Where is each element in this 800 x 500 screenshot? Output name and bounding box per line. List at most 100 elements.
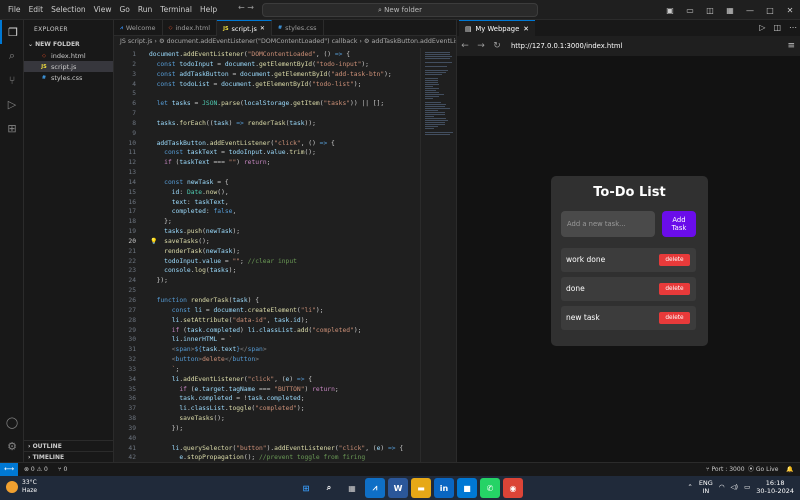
task-view-icon[interactable]: ▦	[342, 478, 362, 498]
file-explorer-icon[interactable]: ▬	[411, 478, 431, 498]
folder-new-folder[interactable]: ⌄ NEW FOLDER	[24, 39, 113, 50]
explorer-icon[interactable]: ❐	[0, 20, 24, 44]
split-icon[interactable]: ◫	[700, 6, 720, 15]
hamburger-menu-icon[interactable]: ≡	[787, 41, 795, 51]
tab-welcome[interactable]: ⩘ Welcome	[114, 20, 163, 36]
tab-my-webpage[interactable]: ▤ My Webpage ✕	[459, 20, 535, 36]
account-icon[interactable]: ◯	[0, 410, 24, 434]
command-center-search[interactable]: ⌕ New folder	[262, 3, 538, 17]
minimap-line	[425, 56, 453, 57]
code-text: e.stopPropagation(); //prevent toggle fr…	[179, 454, 366, 462]
minimize-button[interactable]: —	[740, 6, 760, 15]
linkedin-icon[interactable]: in	[434, 478, 454, 498]
tab-index-html[interactable]: ◇ index.html	[163, 20, 218, 36]
ports-count[interactable]: ⑂ 0	[58, 463, 67, 476]
tab-script-js[interactable]: JS script.js ✕	[217, 20, 272, 36]
close-icon[interactable]: ✕	[260, 25, 265, 32]
todo-card: To-Do List Add Task work donedeletedoned…	[551, 176, 708, 346]
customize-layout-icon[interactable]: ▦	[720, 6, 740, 15]
code-line: 29 if (task.completed) li.classList.add(…	[114, 326, 420, 336]
problems-count[interactable]: ⊗ 0 ⚠ 0	[24, 463, 48, 476]
chevron-up-icon[interactable]: ⌃	[687, 483, 692, 491]
port-indicator[interactable]: ⑂ Port : 3000	[706, 463, 745, 476]
layout-icon[interactable]: ▣	[660, 6, 680, 15]
file-item[interactable]: # styles.css	[24, 72, 113, 83]
battery-icon[interactable]: ▭	[744, 483, 750, 491]
minimap-line	[425, 132, 453, 133]
run-debug-icon[interactable]: ▷	[0, 92, 24, 116]
file-type-icon: #	[41, 74, 47, 81]
panel-icon[interactable]: ▭	[680, 6, 700, 15]
split-editor-icon[interactable]: ◫	[773, 23, 781, 32]
delete-button[interactable]: delete	[659, 312, 690, 324]
menu-edit[interactable]: Edit	[25, 5, 48, 14]
minimap-line	[425, 98, 433, 99]
language-indicator[interactable]: ENG IN	[699, 479, 713, 495]
minimap[interactable]	[420, 48, 456, 462]
breadcrumb[interactable]: JS script.js › ⚙ document.addEventListen…	[114, 36, 456, 48]
outline-label: OUTLINE	[32, 443, 62, 450]
history-nav[interactable]: ← →	[238, 3, 254, 12]
file-type-icon: JS	[41, 63, 47, 70]
remote-icon[interactable]: ⟷	[0, 463, 18, 476]
code-text: `;	[171, 365, 180, 373]
todo-item[interactable]: new task delete	[561, 306, 696, 330]
settings-gear-icon[interactable]: ⚙	[0, 434, 24, 458]
code-editor[interactable]: 1 document.addEventListener("DOMContentLo…	[114, 48, 420, 462]
file-item[interactable]: ◇ index.html	[24, 50, 113, 61]
code-line: 31 <span>${task.text}</span>	[114, 345, 420, 355]
vscode-icon[interactable]: ⩘	[365, 478, 385, 498]
close-button[interactable]: ✕	[780, 6, 800, 15]
line-number: 28	[128, 316, 136, 324]
folder-label: NEW FOLDER	[35, 41, 80, 48]
menu-selection[interactable]: Selection	[47, 5, 90, 14]
url-field[interactable]: http://127.0.0.1:3000/index.html	[511, 42, 622, 50]
reload-icon[interactable]: ↻	[489, 41, 505, 51]
volume-icon[interactable]: ◁)	[731, 483, 739, 491]
back-arrow-icon[interactable]: ←	[457, 41, 473, 51]
line-number: 24	[128, 277, 136, 285]
code-line: 15 id: Date.now(),	[114, 188, 420, 198]
weather-widget[interactable]: 33°C Haze	[6, 479, 37, 495]
search-icon[interactable]: ⌕	[319, 478, 339, 498]
menu-run[interactable]: Run	[134, 5, 156, 14]
minimap-line	[425, 128, 434, 129]
menu-view[interactable]: View	[90, 5, 116, 14]
clock[interactable]: 16:18 30-10-2024	[756, 479, 794, 495]
whatsapp-icon[interactable]: ✆	[480, 478, 500, 498]
store-icon[interactable]: ■	[457, 478, 477, 498]
menu-go[interactable]: Go	[115, 5, 133, 14]
word-icon[interactable]: W	[388, 478, 408, 498]
menu-file[interactable]: File	[4, 5, 25, 14]
timeline-label: TIMELINE	[32, 454, 65, 461]
minimap-line	[425, 94, 444, 95]
code-line: 21 renderTask(newTask);	[114, 247, 420, 257]
todo-input[interactable]	[561, 211, 655, 237]
wifi-icon[interactable]: ◠	[719, 483, 725, 491]
start-icon[interactable]: ⊞	[296, 478, 316, 498]
forward-arrow-icon[interactable]: →	[473, 41, 489, 51]
run-icon[interactable]: ▷	[759, 23, 765, 32]
chrome-icon[interactable]: ◉	[503, 478, 523, 498]
menu-help[interactable]: Help	[196, 5, 221, 14]
close-icon[interactable]: ✕	[523, 25, 529, 33]
todo-item[interactable]: work done delete	[561, 248, 696, 272]
search-icon[interactable]: ⌕	[0, 44, 24, 68]
delete-button[interactable]: delete	[659, 254, 690, 266]
tab-label: styles.css	[285, 24, 317, 32]
code-line: 37 li.classList.toggle("completed");	[114, 404, 420, 414]
menu-terminal[interactable]: Terminal	[156, 5, 196, 14]
line-number: 33	[128, 365, 136, 373]
extensions-icon[interactable]: ⊞	[0, 116, 24, 140]
search-label: New folder	[384, 6, 422, 14]
delete-button[interactable]: delete	[659, 283, 690, 295]
tab-styles-css[interactable]: # styles.css	[272, 20, 324, 36]
add-task-button[interactable]: Add Task	[662, 211, 696, 237]
maximize-button[interactable]: □	[760, 6, 780, 15]
more-icon[interactable]: ⋯	[789, 23, 797, 32]
todo-item[interactable]: done delete	[561, 277, 696, 301]
go-live-button[interactable]: ⦿ Go Live	[748, 463, 778, 476]
source-control-icon[interactable]: ⑂	[0, 68, 24, 92]
notifications-bell-icon[interactable]: 🔔	[786, 463, 793, 476]
file-item[interactable]: JS script.js	[24, 61, 113, 72]
